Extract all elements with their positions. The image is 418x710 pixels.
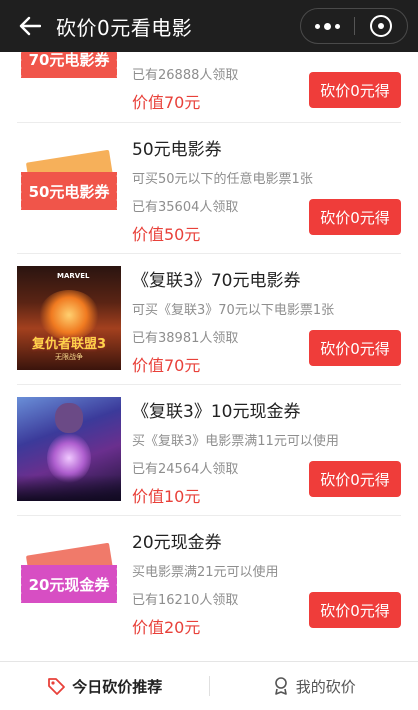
item-value: 价值70元 xyxy=(132,89,200,113)
tab-label: 今日砍价推荐 xyxy=(72,676,162,697)
ticket-image: 20元现金券 xyxy=(17,529,121,633)
mini-program-capsule xyxy=(300,8,408,44)
tab-label: 我的砍价 xyxy=(296,676,356,697)
ticket-label: 70元电影券 xyxy=(21,52,117,78)
item-value: 价值10元 xyxy=(132,483,200,507)
claimed-count: 已有38981人领取 xyxy=(132,327,238,346)
list-item[interactable]: 《复联3》10元现金券 买《复联3》电影票满11元可以使用 已有24564人领取… xyxy=(0,385,418,515)
more-dots-icon xyxy=(315,24,320,29)
claimed-count: 已有24564人领取 xyxy=(132,458,238,477)
back-arrow-icon xyxy=(19,16,41,36)
item-desc: 可买《复联3》70元以下电影票1张 xyxy=(132,299,334,318)
ticket-image: 70元电影券 xyxy=(17,52,121,108)
poster-shadow xyxy=(17,475,121,501)
item-desc: 买电影票满21元可以使用 xyxy=(132,561,279,580)
ticket-image: 50元电影券 xyxy=(17,136,121,240)
tab-my-bargain[interactable]: 我的砍价 xyxy=(210,662,418,710)
more-dots-icon-right xyxy=(335,24,340,29)
back-button[interactable] xyxy=(10,6,50,46)
user-icon xyxy=(272,676,290,696)
list-item[interactable]: MARVEL 复仇者联盟3 无限战争 《复联3》70元电影券 可买《复联3》70… xyxy=(0,254,418,384)
item-name: 50元电影券 xyxy=(132,135,222,160)
more-dots-icon-center xyxy=(324,23,331,30)
item-name: 《复联3》10元现金券 xyxy=(132,397,300,422)
movie-poster-image: MARVEL 复仇者联盟3 无限战争 xyxy=(17,266,121,370)
bargain-button[interactable]: 砍价0元得 xyxy=(309,461,401,497)
claimed-count: 已有35604人领取 xyxy=(132,196,238,215)
coupon-list: 70元电影券 已有26888人领取 价值70元 砍价0元得 50元电影券 50元… xyxy=(0,52,418,661)
item-name: 《复联3》70元电影券 xyxy=(132,266,300,291)
item-name: 20元现金券 xyxy=(132,528,222,553)
list-item[interactable]: 50元电影券 50元电影券 可买50元以下的任意电影票1张 已有35604人领取… xyxy=(0,123,418,253)
page-title: 砍价0元看电影 xyxy=(56,12,192,41)
ticket-label: 50元电影券 xyxy=(21,172,117,210)
poster-subtitle: 无限战争 xyxy=(17,352,121,362)
bargain-button[interactable]: 砍价0元得 xyxy=(309,72,401,108)
top-bar: 砍价0元看电影 xyxy=(0,0,418,52)
more-button[interactable] xyxy=(301,23,354,30)
item-value: 价值50元 xyxy=(132,221,200,245)
movie-poster-image xyxy=(17,397,121,501)
bargain-button[interactable]: 砍价0元得 xyxy=(309,330,401,366)
item-value: 价值70元 xyxy=(132,352,200,376)
poster-title: 复仇者联盟3 xyxy=(25,333,113,352)
bottom-tab-bar: 今日砍价推荐 我的砍价 xyxy=(0,661,418,710)
close-button[interactable] xyxy=(355,15,408,37)
list-item[interactable]: 20元现金券 20元现金券 买电影票满21元可以使用 已有16210人领取 价值… xyxy=(0,516,418,656)
bargain-button[interactable]: 砍价0元得 xyxy=(309,199,401,235)
poster-figure xyxy=(55,403,83,433)
list-item[interactable]: 70元电影券 已有26888人领取 价值70元 砍价0元得 xyxy=(0,52,418,122)
bargain-button[interactable]: 砍价0元得 xyxy=(309,592,401,628)
item-value: 价值20元 xyxy=(132,614,200,638)
poster-logo: MARVEL xyxy=(57,272,89,280)
item-desc: 可买50元以下的任意电影票1张 xyxy=(132,168,313,187)
item-desc: 买《复联3》电影票满11元可以使用 xyxy=(132,430,339,449)
tab-today-recommend[interactable]: 今日砍价推荐 xyxy=(0,662,209,710)
claimed-count: 已有16210人领取 xyxy=(132,589,238,608)
ticket-label: 20元现金券 xyxy=(21,565,117,603)
claimed-count: 已有26888人领取 xyxy=(132,64,238,83)
close-circle-icon xyxy=(370,15,392,37)
tag-icon xyxy=(46,676,66,696)
